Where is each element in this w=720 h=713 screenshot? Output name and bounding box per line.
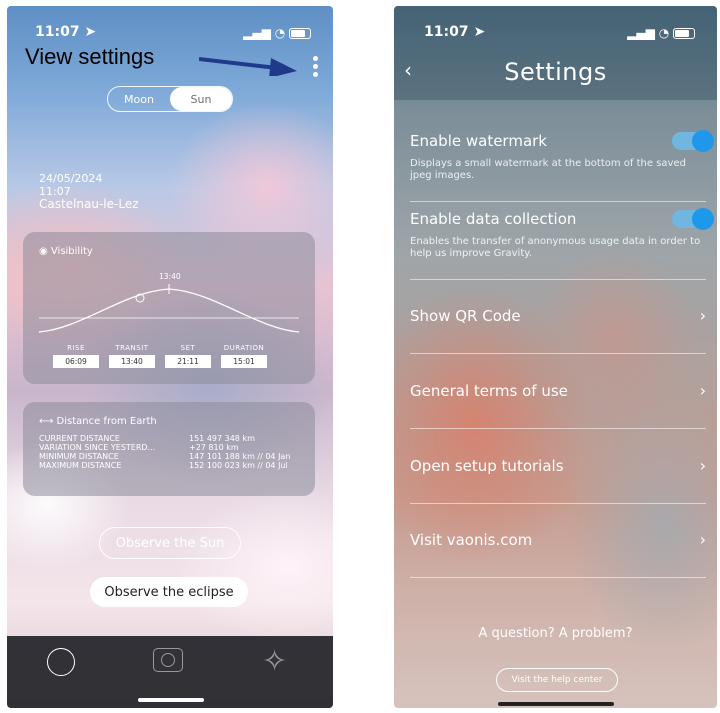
home-indicator (498, 702, 614, 706)
divider (410, 428, 706, 429)
visibility-curve: 13:40 (38, 272, 300, 333)
setting-description: Enables the transfer of anonymous usage … (410, 236, 701, 259)
visibility-card: ◉ Visibility 13:40 RISE 06:09 TRANSIT 13:4… (23, 232, 315, 384)
status-icons: ▂▄▆ ◔ (627, 26, 695, 40)
setting-watermark: Enable watermark Displays a small waterm… (410, 130, 714, 182)
annotation-label: View settings (25, 44, 155, 69)
visit-vaonis-link[interactable]: Visit vaonis.com › (410, 530, 706, 549)
distance-row: CURRENT DISTANCE 151 497 348 km (39, 434, 255, 443)
observation-info: 24/05/2024 11:07 Castelnau-le-Lez (39, 172, 139, 211)
location-text: Castelnau-le-Lez (39, 197, 139, 211)
distance-title: ⟷ Distance from Earth (39, 416, 157, 427)
setting-name: Enable watermark (410, 132, 547, 150)
distance-card: ⟷ Distance from Earth CURRENT DISTANCE 15… (23, 402, 315, 496)
toggle-option-moon[interactable]: Moon (108, 87, 170, 111)
divider (410, 201, 706, 202)
status-icons: ▂▄▆ ◔ (243, 26, 311, 40)
data-collection-toggle[interactable] (672, 208, 714, 230)
eye-icon: ◉ (39, 246, 48, 257)
chevron-right-icon: › (699, 456, 706, 475)
battery-icon (289, 28, 311, 39)
signal-icon: ▂▄▆ (243, 26, 271, 40)
sparkle-tab-icon[interactable]: ✧ (262, 644, 287, 679)
page-title: Settings (504, 58, 607, 86)
status-time: 11:07 ➤ (35, 24, 97, 40)
setup-tutorials-link[interactable]: Open setup tutorials › (410, 456, 706, 475)
annotation-arrow-icon (199, 57, 297, 76)
visibility-title: ◉ Visibility (39, 246, 93, 257)
location-arrow-icon: ➤ (84, 24, 97, 40)
divider (410, 279, 706, 280)
distance-row: MINIMUM DISTANCE 147 101 188 km // 04 Jan (39, 452, 291, 461)
distance-icon: ⟷ (39, 416, 54, 427)
distance-row: MAXIMUM DISTANCE 152 100 023 km // 04 Jul (39, 461, 288, 470)
divider (410, 353, 706, 354)
toggle-option-sun[interactable]: Sun (170, 87, 232, 111)
setting-description: Displays a small watermark at the bottom… (410, 158, 686, 181)
stat-transit: TRANSIT 13:40 (109, 344, 155, 368)
wifi-icon: ◔ (274, 26, 286, 40)
setting-data-collection: Enable data collection Enables the trans… (410, 208, 714, 260)
divider (410, 577, 706, 578)
tab-bar: ✧ (7, 636, 333, 708)
stat-rise: RISE 06:09 (53, 344, 99, 368)
chevron-right-icon: › (699, 530, 706, 549)
sun-screen: 11:07 ➤ ▂▄▆ ◔ View settings Moon Sun 24/… (7, 6, 333, 708)
status-time: 11:07 ➤ (424, 24, 486, 40)
battery-icon (673, 28, 695, 39)
date-text: 24/05/2024 (39, 172, 103, 185)
observe-sun-button[interactable]: Observe the Sun (99, 527, 241, 559)
signal-icon: ▂▄▆ (627, 26, 655, 40)
stat-duration: DURATION 15:01 (221, 344, 267, 368)
watermark-toggle[interactable] (672, 130, 714, 152)
camera-tab-icon[interactable] (153, 648, 183, 672)
observe-eclipse-button[interactable]: Observe the eclipse (90, 577, 248, 607)
stat-set: SET 21:11 (165, 344, 211, 368)
moon-sun-toggle[interactable]: Moon Sun (107, 86, 233, 112)
help-center-button[interactable]: Visit the help center (496, 668, 618, 692)
visibility-stats: RISE 06:09 TRANSIT 13:40 SET 21:11 DURATION… (53, 344, 267, 368)
chevron-right-icon: › (699, 306, 706, 325)
peak-time-label: 13:40 (159, 272, 181, 281)
show-qr-code-link[interactable]: Show QR Code › (410, 306, 706, 325)
setting-name: Enable data collection (410, 210, 577, 228)
observe-tab-icon[interactable] (47, 648, 75, 676)
chevron-right-icon: › (699, 381, 706, 400)
home-indicator (138, 698, 204, 702)
distance-row: VARIATION SINCE YESTERD... +27 810 km (39, 443, 239, 452)
location-arrow-icon: ➤ (473, 24, 486, 40)
wifi-icon: ◔ (658, 26, 670, 40)
divider (410, 503, 706, 504)
settings-screen: 11:07 ➤ ▂▄▆ ◔ ‹ Settings Enable watermar… (394, 6, 717, 708)
help-question: A question? A problem? (478, 626, 633, 641)
more-options-icon[interactable] (313, 56, 319, 80)
terms-of-use-link[interactable]: General terms of use › (410, 381, 706, 400)
